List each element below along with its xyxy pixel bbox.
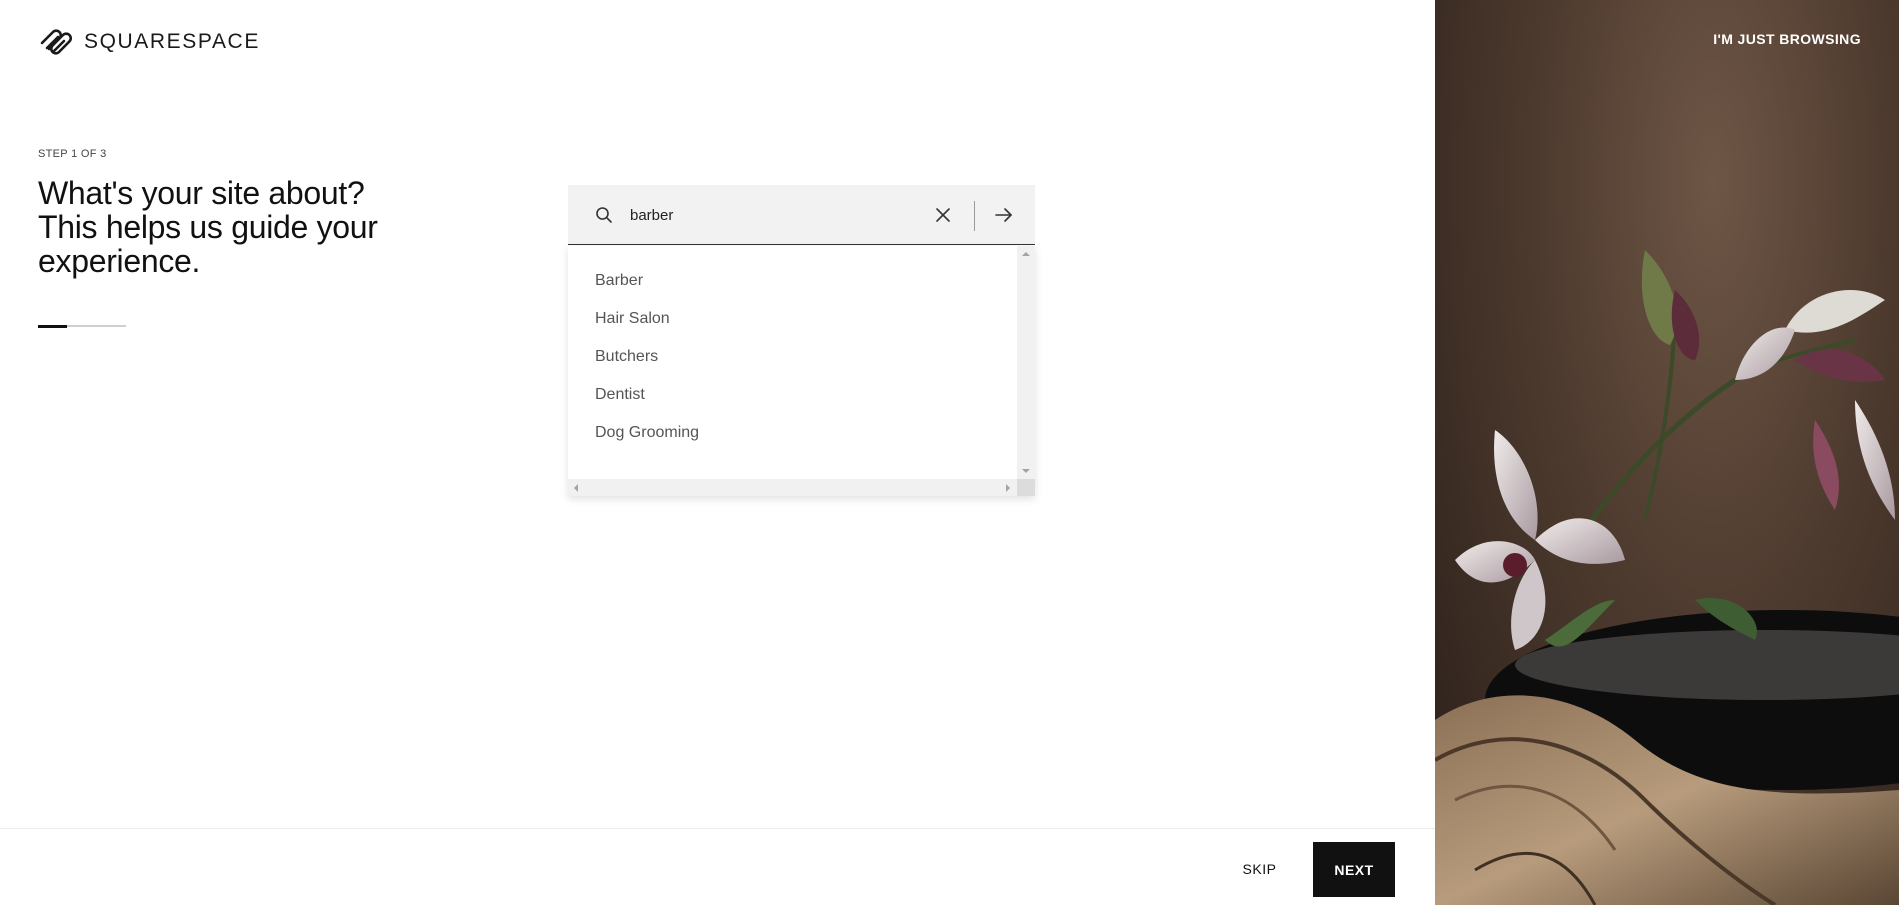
onboarding-panel: SQUARESPACE STEP 1 OF 3 What's your site… xyxy=(0,0,1435,905)
scroll-down-arrow-icon[interactable] xyxy=(1022,469,1030,473)
step-indicator: STEP 1 OF 3 xyxy=(38,148,107,160)
arrow-right-icon xyxy=(995,208,1012,222)
squarespace-logo-icon xyxy=(40,29,73,55)
search-icon xyxy=(596,207,612,223)
suggestion-item[interactable]: Barber xyxy=(568,272,1017,310)
suggestion-item[interactable]: Dog Grooming xyxy=(568,424,1017,462)
vertical-scrollbar[interactable] xyxy=(1017,246,1035,479)
horizontal-scrollbar[interactable] xyxy=(568,479,1017,496)
scroll-left-arrow-icon[interactable] xyxy=(574,484,578,492)
suggestion-item[interactable]: Dentist xyxy=(568,386,1017,424)
skip-button[interactable]: SKIP xyxy=(1222,855,1297,883)
suggestion-item[interactable]: Butchers xyxy=(568,348,1017,386)
brand-name: SQUARESPACE xyxy=(84,30,260,53)
progress-bar xyxy=(38,324,126,328)
clear-search-button[interactable] xyxy=(932,204,954,226)
site-topic-search xyxy=(568,185,1035,245)
progress-bar-fill xyxy=(38,324,68,328)
close-icon xyxy=(936,208,950,222)
suggestion-item[interactable]: Hair Salon xyxy=(568,310,1017,348)
page-title: What's your site about? This helps us gu… xyxy=(38,175,378,279)
scroll-right-arrow-icon[interactable] xyxy=(1006,484,1010,492)
suggestions-dropdown: Barber Hair Salon Butchers Dentist Dog G… xyxy=(568,246,1035,496)
search-divider xyxy=(974,201,975,231)
search-input[interactable] xyxy=(630,203,920,227)
flower-vase-image xyxy=(1435,250,1899,905)
submit-search-button[interactable] xyxy=(988,202,1020,228)
scrollbar-corner xyxy=(1017,479,1035,496)
footer-bar: SKIP NEXT xyxy=(0,828,1435,905)
hero-image-panel: I'M JUST BROWSING xyxy=(1435,0,1899,905)
squarespace-logo[interactable]: SQUARESPACE xyxy=(38,26,260,58)
just-browsing-link[interactable]: I'M JUST BROWSING xyxy=(1713,31,1861,47)
next-button[interactable]: NEXT xyxy=(1313,842,1395,897)
suggestions-list: Barber Hair Salon Butchers Dentist Dog G… xyxy=(568,246,1017,479)
scroll-up-arrow-icon[interactable] xyxy=(1022,252,1030,256)
